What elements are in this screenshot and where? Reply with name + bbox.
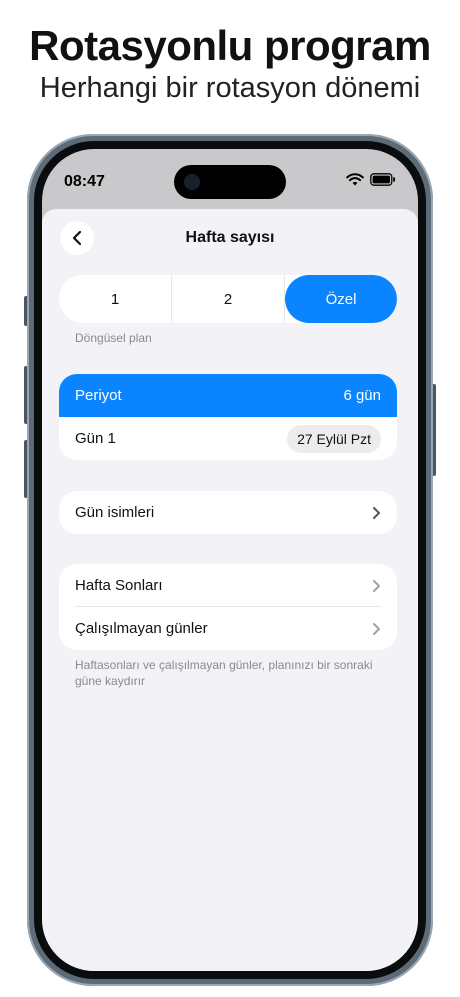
weekend-card: Hafta Sonları Çalışılmayan günler	[59, 564, 397, 650]
weeks-segmented-control: 1 2 Özel	[59, 275, 397, 323]
dynamic-island	[174, 165, 286, 199]
chevron-right-icon	[373, 579, 380, 592]
day-names-label: Gün isimleri	[75, 504, 155, 521]
start-date-picker[interactable]: 27 Eylül Pzt	[287, 424, 381, 453]
day-names-card: Gün isimleri	[59, 491, 397, 534]
status-icons	[346, 173, 396, 186]
nonworking-days-row[interactable]: Çalışılmayan günler	[59, 607, 397, 650]
chevron-right-icon	[373, 506, 380, 519]
day-names-row[interactable]: Gün isimleri	[59, 491, 397, 534]
segment-2[interactable]: 2	[172, 275, 285, 323]
segment-custom[interactable]: Özel	[285, 275, 397, 323]
segment-1[interactable]: 1	[59, 275, 172, 323]
weekend-footnote: Haftasonları ve çalışılmayan günler, pla…	[75, 658, 373, 688]
period-value: 6 gün	[343, 387, 381, 404]
weekends-label: Hafta Sonları	[75, 577, 163, 594]
subheadline: Herhangi bir rotasyon dönemi	[39, 72, 421, 104]
headline: Rotasyonlu program	[29, 22, 431, 69]
period-row[interactable]: Periyot 6 gün	[59, 374, 397, 417]
camera-icon	[184, 174, 200, 190]
page-title: Hafta sayısı	[185, 229, 275, 246]
period-label: Periyot	[75, 387, 122, 404]
start-day-label: Gün 1	[75, 430, 116, 447]
wifi-icon	[346, 173, 364, 186]
status-time: 08:47	[64, 173, 105, 190]
nonworking-days-label: Çalışılmayan günler	[75, 620, 208, 637]
start-day-row: Gün 1 27 Eylül Pzt	[59, 417, 397, 460]
period-card: Periyot 6 gün Gün 1 27 Eylül Pzt	[59, 374, 397, 460]
chevron-right-icon	[373, 622, 380, 635]
settings-sheet: Hafta sayısı 1 2 Özel Döngüsel plan Peri…	[42, 209, 418, 971]
phone-screen: 08:47 Hafta sayısı 1 2 Özel Döngüsel pla…	[42, 149, 418, 971]
battery-icon	[370, 173, 395, 186]
weekends-row[interactable]: Hafta Sonları	[59, 564, 397, 607]
segmented-caption: Döngüsel plan	[75, 331, 152, 345]
